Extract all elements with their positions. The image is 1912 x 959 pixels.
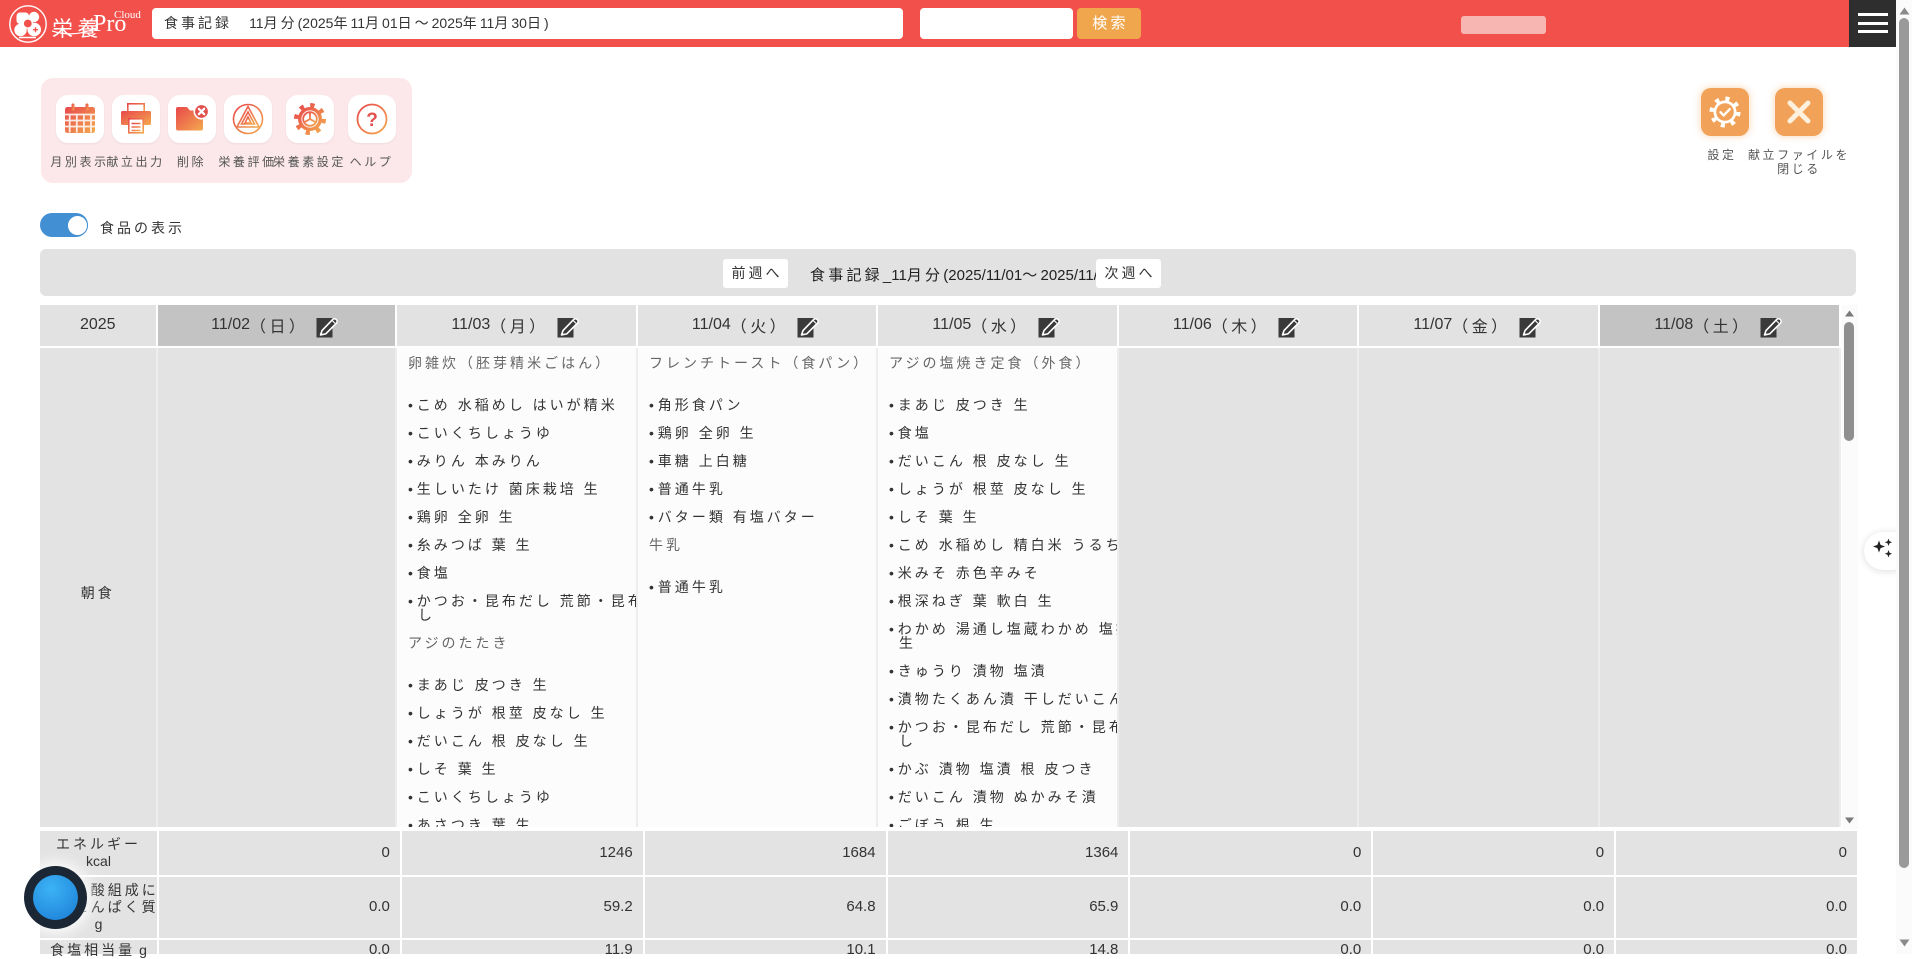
- svg-text:?: ?: [366, 110, 378, 131]
